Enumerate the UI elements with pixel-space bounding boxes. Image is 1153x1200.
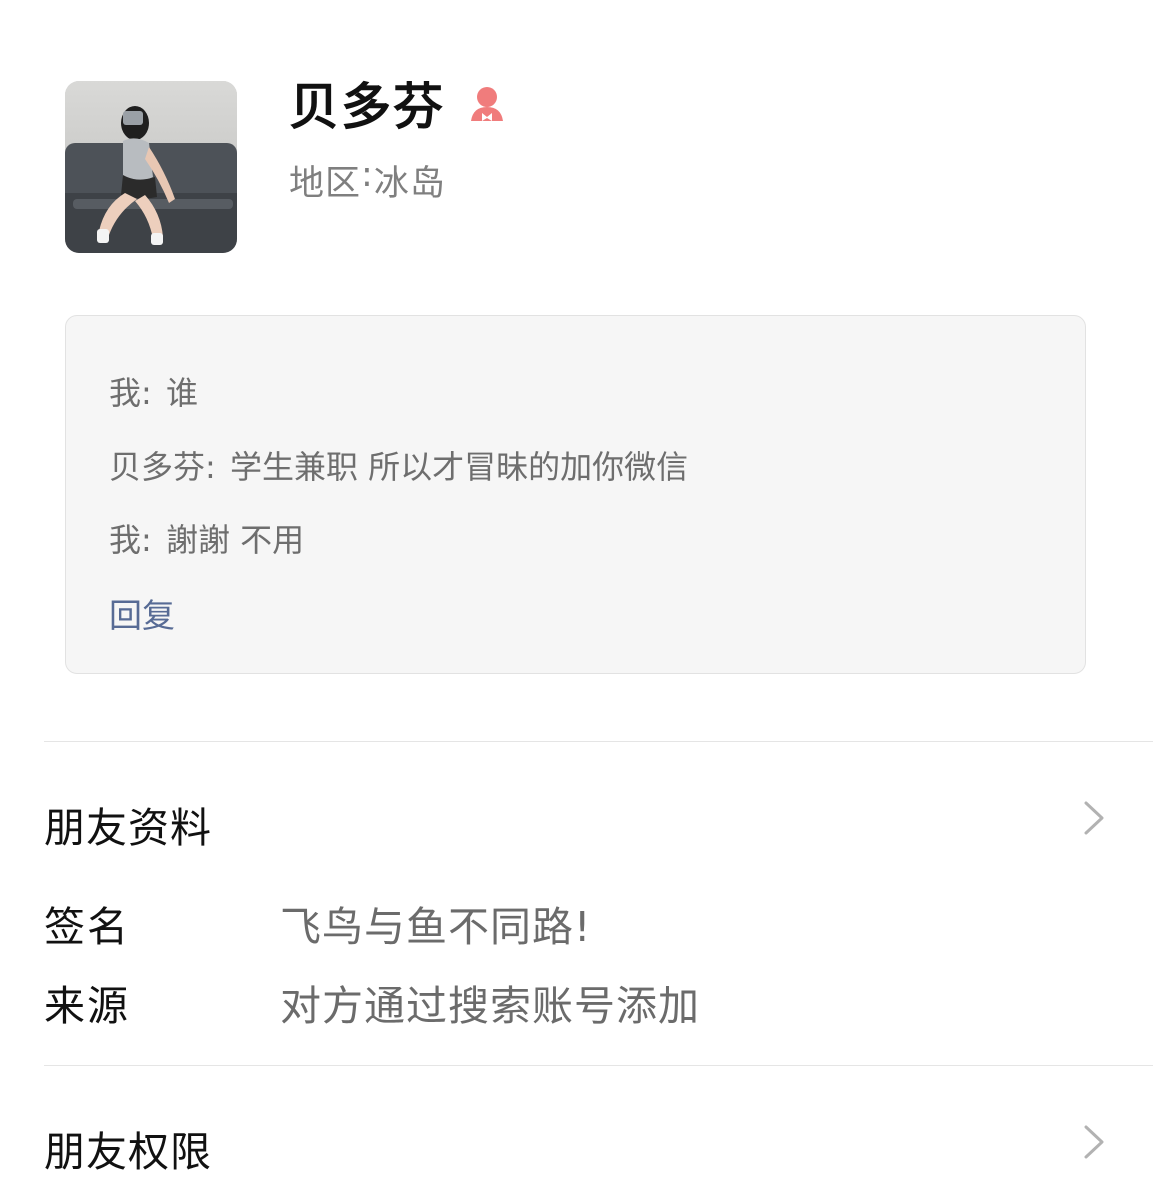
friend-info-title: 朋友资料: [44, 804, 212, 852]
friend-info-row[interactable]: 朋友资料: [0, 760, 1153, 870]
message-text: 学生兼职 所以才冒昧的加你微信: [229, 448, 689, 486]
message-sender: 贝多芬:: [109, 448, 216, 486]
greeting-message: 我: 谁: [109, 368, 198, 414]
profile-name: 贝多芬: [289, 78, 445, 136]
region-separator: :: [361, 155, 374, 195]
greeting-box: 我: 谁 贝多芬: 学生兼职 所以才冒昧的加你微信 我: 謝謝 不用 回复: [65, 315, 1086, 674]
friend-permissions-row[interactable]: 朋友权限: [0, 1080, 1153, 1200]
avatar-photo: [65, 81, 237, 253]
avatar[interactable]: [65, 81, 237, 253]
source-label: 来源: [44, 982, 130, 1030]
chevron-right-icon: [1084, 1125, 1104, 1159]
reply-link[interactable]: 回复: [109, 589, 175, 637]
message-sender: 我:: [109, 374, 152, 412]
divider: [44, 741, 1153, 742]
message-text: 谁: [165, 374, 198, 412]
region-label: 地区: [289, 164, 362, 204]
greeting-message: 贝多芬: 学生兼职 所以才冒昧的加你微信: [109, 442, 688, 488]
female-icon: [467, 83, 507, 123]
signature-value: 飞鸟与鱼不同路!: [280, 903, 592, 951]
message-sender: 我:: [109, 521, 152, 559]
message-text: 謝謝 不用: [165, 521, 305, 559]
signature-label: 签名: [44, 903, 130, 951]
region: 地区: 冰岛: [289, 155, 446, 206]
source-value: 对方通过搜索账号添加: [280, 982, 700, 1030]
name-row: 贝多芬: [289, 70, 507, 136]
region-value: 冰岛: [373, 164, 446, 204]
friend-permissions-title: 朋友权限: [44, 1128, 212, 1176]
divider: [44, 1065, 1153, 1066]
chevron-right-icon: [1084, 801, 1104, 835]
greeting-message: 我: 謝謝 不用: [109, 515, 304, 561]
